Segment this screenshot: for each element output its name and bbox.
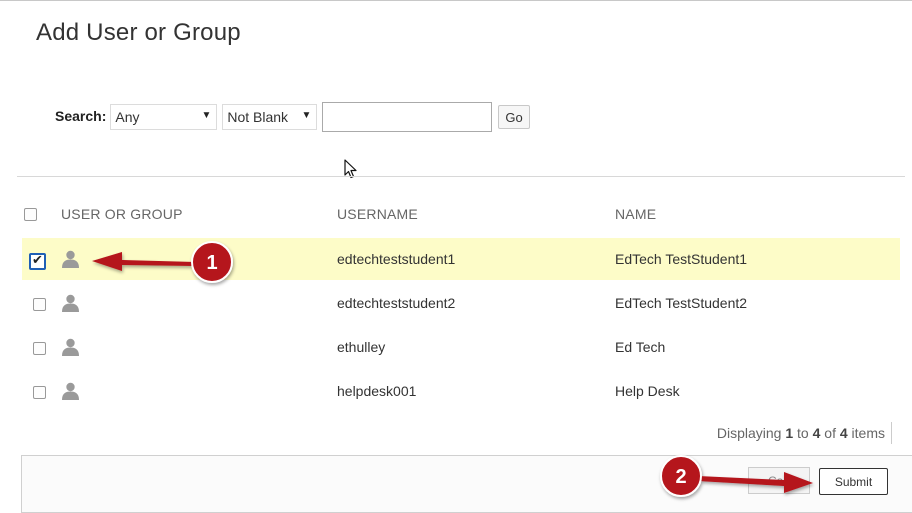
search-field-select-value: Any: [115, 109, 140, 125]
row-checkbox[interactable]: ✔: [29, 252, 46, 270]
page-title: Add User or Group: [36, 19, 241, 46]
search-input[interactable]: [322, 102, 493, 132]
pager-of: of: [824, 425, 836, 441]
row-username: edtechteststudent1: [337, 251, 456, 267]
submit-button[interactable]: Submit: [819, 468, 888, 495]
row-username: ethulley: [337, 339, 386, 355]
select-all-checkbox[interactable]: [24, 208, 37, 221]
pagination-summary: Displaying 1 to 4 of 4 items: [0, 425, 885, 441]
pager-start: 1: [785, 425, 794, 441]
search-bar: Search: Any ▼ Not Blank ▼ Go: [55, 102, 530, 132]
column-header-username[interactable]: USERNAME: [337, 206, 418, 222]
user-icon: [62, 294, 79, 312]
search-condition-select-value: Not Blank: [227, 109, 289, 125]
chevron-down-icon: ▼: [201, 110, 212, 121]
row-name: EdTech TestStudent1: [615, 251, 748, 267]
table-row[interactable]: ✔ edtechteststudent1 EdTech TestStudent1: [22, 238, 900, 280]
checkmark-icon: ✔: [32, 252, 43, 267]
chevron-down-icon: ▼: [301, 110, 312, 121]
row-username: helpdesk001: [337, 383, 417, 399]
row-name: Ed Tech: [615, 339, 666, 355]
search-field-select[interactable]: Any ▼: [110, 104, 218, 130]
column-header-user-or-group[interactable]: USER OR GROUP: [61, 206, 183, 222]
search-label: Search:: [55, 108, 107, 124]
row-checkbox[interactable]: [33, 342, 46, 355]
row-name: EdTech TestStudent2: [615, 295, 748, 311]
go-button[interactable]: Go: [498, 105, 530, 129]
divider: [17, 176, 905, 177]
user-icon: [62, 250, 79, 268]
user-icon: [62, 338, 79, 356]
column-header-name[interactable]: NAME: [615, 206, 656, 222]
search-condition-select[interactable]: Not Blank ▼: [222, 104, 318, 130]
pager-end: 4: [812, 425, 821, 441]
table-row[interactable]: ethulley Ed Tech: [22, 326, 900, 368]
row-name: Help Desk: [615, 383, 680, 399]
pager-total: 4: [839, 425, 848, 441]
pager-suffix: items: [851, 425, 885, 441]
cancel-button[interactable]: Can: [748, 467, 810, 494]
divider: [891, 422, 892, 444]
user-icon: [62, 382, 79, 400]
top-rule: [0, 0, 912, 1]
row-checkbox[interactable]: [33, 298, 46, 311]
table-row[interactable]: edtechteststudent2 EdTech TestStudent2: [22, 282, 900, 324]
pager-to: to: [797, 425, 809, 441]
pager-prefix: Displaying: [716, 425, 782, 441]
table-row[interactable]: helpdesk001 Help Desk: [22, 370, 900, 412]
row-username: edtechteststudent2: [337, 295, 456, 311]
row-checkbox[interactable]: [33, 386, 46, 399]
